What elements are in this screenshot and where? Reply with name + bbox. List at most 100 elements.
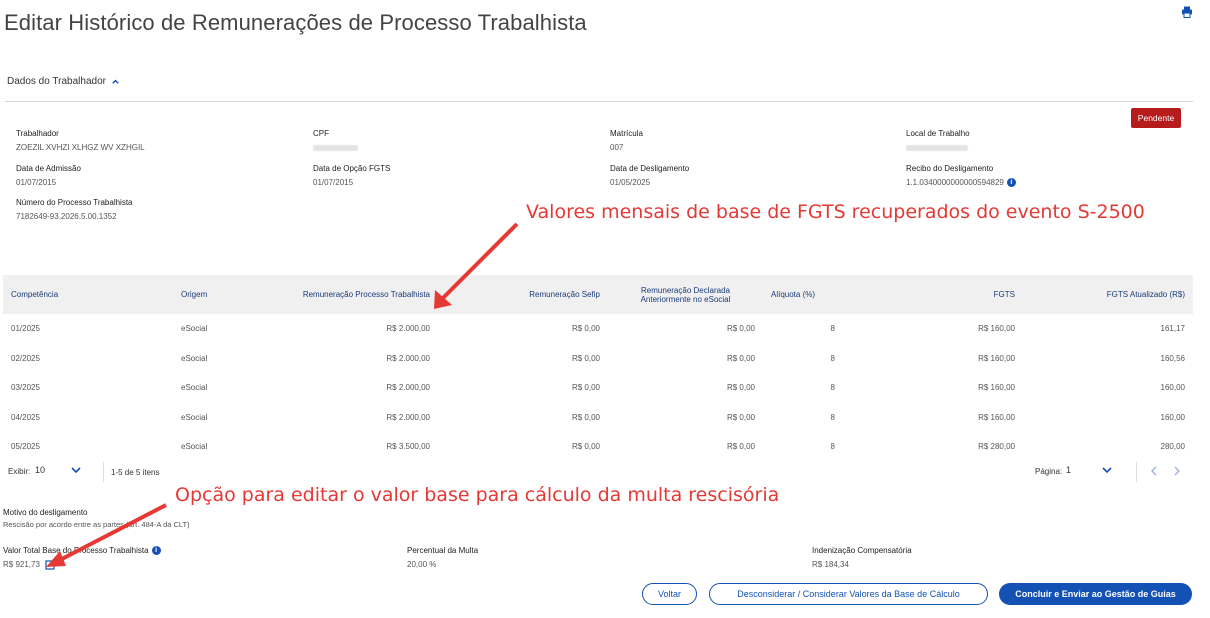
cell-aliquota: 8 [830, 412, 835, 422]
edit-icon[interactable] [45, 559, 56, 570]
field-label: Percentual da Multa [407, 546, 479, 555]
cell-rem-declarada: R$ 0,00 [726, 412, 755, 422]
field-value: Rescisão por acordo entre as partes (art… [3, 520, 190, 529]
cell-competencia: 01/2025 [11, 324, 40, 334]
field-label: Data de Desligamento [610, 164, 690, 173]
field-value: ZOEZIL XVHZI XLHGZ WV XZHGIL [16, 143, 145, 152]
field-value: 20,00 % [407, 560, 437, 569]
cell-fgts: R$ 160,00 [978, 353, 1015, 363]
field-percentual: Percentual da Multa 20,00 % [407, 546, 478, 571]
field-label: Número do Processo Trabalhista [16, 198, 133, 207]
info-icon[interactable]: i [151, 546, 161, 556]
cell-competencia: 05/2025 [11, 442, 40, 452]
cell-rem-sefip: R$ 0,00 [571, 442, 600, 452]
field-valor-total: Valor Total Base do Processo Trabalhista… [3, 546, 161, 571]
col-competencia[interactable]: Competência [3, 275, 173, 314]
field-value: 1.1.0340000000000594829 [906, 178, 1004, 187]
cell-rem-processo: R$ 2.000,00 [386, 324, 430, 334]
chevron-down-icon[interactable] [1102, 466, 1112, 474]
cell-competencia: 02/2025 [11, 353, 40, 363]
field-label: Local de Trabalho [906, 129, 970, 138]
field-motivo: Motivo do desligamento Rescisão por acor… [3, 508, 190, 531]
field-recibo: Recibo do Desligamento 1.1.0340000000000… [906, 164, 1016, 189]
cell-fgts-atualizado: 160,00 [1160, 383, 1185, 393]
pagination-bar: Exibir: 10 1-5 de 5 itens Página: 1 [3, 462, 1193, 484]
exibir-select[interactable]: 10 [35, 465, 45, 475]
col-aliquota[interactable]: Alíquota (%) [763, 275, 843, 314]
col-fgts[interactable]: FGTS [843, 275, 1023, 314]
col-rem-declarada[interactable]: Remuneração Declarada Anteriormente no eS… [608, 275, 763, 314]
pagina-label: Página: [1035, 467, 1063, 476]
cell-rem-sefip: R$ 0,00 [571, 353, 600, 363]
col-fgts-atualizado[interactable]: FGTS Atualizado (R$) [1023, 275, 1193, 314]
cell-fgts-atualizado: 160,56 [1160, 353, 1185, 363]
cell-fgts: R$ 280,00 [978, 442, 1015, 452]
field-indenizacao: Indenização Compensatória R$ 184,34 [812, 546, 912, 571]
field-matricula: Matrícula 007 [610, 129, 643, 154]
cell-origem: eSocial [181, 324, 208, 334]
table-row: 05/2025 eSocial R$ 3.500,00 R$ 0,00 R$ 0… [3, 432, 1193, 462]
table-row: 02/2025 eSocial R$ 2.000,00 R$ 0,00 R$ 0… [3, 344, 1193, 374]
worker-section-toggle[interactable]: Dados do Trabalhador [7, 76, 120, 87]
cell-rem-sefip: R$ 0,00 [571, 324, 600, 334]
pager-divider [1136, 462, 1137, 482]
cell-fgts: R$ 160,00 [978, 324, 1015, 334]
col-rem-declarada-line2: Anteriormente no eSocial [640, 294, 731, 304]
table-header-row: Competência Origem Remuneração Processo … [3, 275, 1193, 314]
cell-fgts-atualizado: 280,00 [1160, 442, 1185, 452]
chevron-left-icon[interactable] [1150, 466, 1158, 476]
chevron-down-icon[interactable] [71, 466, 81, 474]
field-label: Motivo do desligamento [3, 508, 88, 517]
cell-rem-sefip: R$ 0,00 [571, 412, 600, 422]
cell-fgts: R$ 160,00 [978, 383, 1015, 393]
cell-origem: eSocial [181, 383, 208, 393]
field-label: Indenização Compensatória [812, 546, 912, 555]
info-icon[interactable]: i [1006, 178, 1016, 188]
cell-aliquota: 8 [830, 324, 835, 334]
field-value-redacted [313, 142, 358, 154]
concluir-button[interactable]: Concluir e Enviar ao Gestão de Guias [999, 583, 1192, 605]
cell-rem-processo: R$ 2.000,00 [386, 383, 430, 393]
cell-rem-declarada: R$ 0,00 [726, 353, 755, 363]
field-label: Matrícula [610, 129, 643, 138]
field-value: R$ 184,34 [812, 560, 849, 569]
field-label: Data de Admissão [16, 164, 81, 173]
voltar-button[interactable]: Voltar [642, 583, 697, 605]
desconsiderar-button[interactable]: Desconsiderar / Considerar Valores da Ba… [709, 583, 988, 605]
col-rem-sefip[interactable]: Remuneração Sefip [438, 275, 608, 314]
field-label: CPF [313, 129, 329, 138]
cell-aliquota: 8 [830, 353, 835, 363]
table-row: 01/2025 eSocial R$ 2.000,00 R$ 0,00 R$ 0… [3, 314, 1193, 344]
col-rem-processo[interactable]: Remuneração Processo Trabalhista [263, 275, 438, 314]
printer-icon[interactable] [1181, 6, 1193, 18]
annotation-bottom: Opção para editar o valor base para cálc… [175, 484, 780, 506]
field-trabalhador: Trabalhador ZOEZIL XVHZI XLHGZ WV XZHGIL [16, 129, 145, 154]
field-cpf: CPF [313, 129, 358, 154]
field-value: 01/05/2025 [610, 178, 651, 187]
field-value-redacted [906, 142, 970, 154]
field-local-trabalho: Local de Trabalho [906, 129, 970, 154]
cell-competencia: 04/2025 [11, 412, 40, 422]
cell-rem-declarada: R$ 0,00 [726, 442, 755, 452]
cell-fgts: R$ 160,00 [978, 412, 1015, 422]
field-value: 007 [610, 143, 624, 152]
cell-rem-declarada: R$ 0,00 [726, 383, 755, 393]
field-value: 01/07/2015 [313, 178, 354, 187]
chevron-right-icon[interactable] [1173, 466, 1181, 476]
col-origem[interactable]: Origem [173, 275, 263, 314]
page-title: Editar Histórico de Remunerações de Proc… [4, 10, 587, 35]
cell-rem-sefip: R$ 0,00 [571, 383, 600, 393]
table-row: 03/2025 eSocial R$ 2.000,00 R$ 0,00 R$ 0… [3, 373, 1193, 403]
worker-section-label: Dados do Trabalhador [7, 76, 106, 87]
cell-aliquota: 8 [830, 442, 835, 452]
cell-rem-declarada: R$ 0,00 [726, 324, 755, 334]
chevron-up-icon [112, 79, 119, 84]
cell-competencia: 03/2025 [11, 383, 40, 393]
section-divider [5, 101, 1193, 102]
field-value: R$ 921,73 [3, 560, 40, 569]
pagina-select[interactable]: 1 [1066, 465, 1071, 475]
field-processo: Número do Processo Trabalhista 7182649-9… [16, 198, 133, 223]
pager-divider [103, 462, 104, 482]
cell-rem-processo: R$ 2.000,00 [386, 412, 430, 422]
cell-aliquota: 8 [830, 383, 835, 393]
